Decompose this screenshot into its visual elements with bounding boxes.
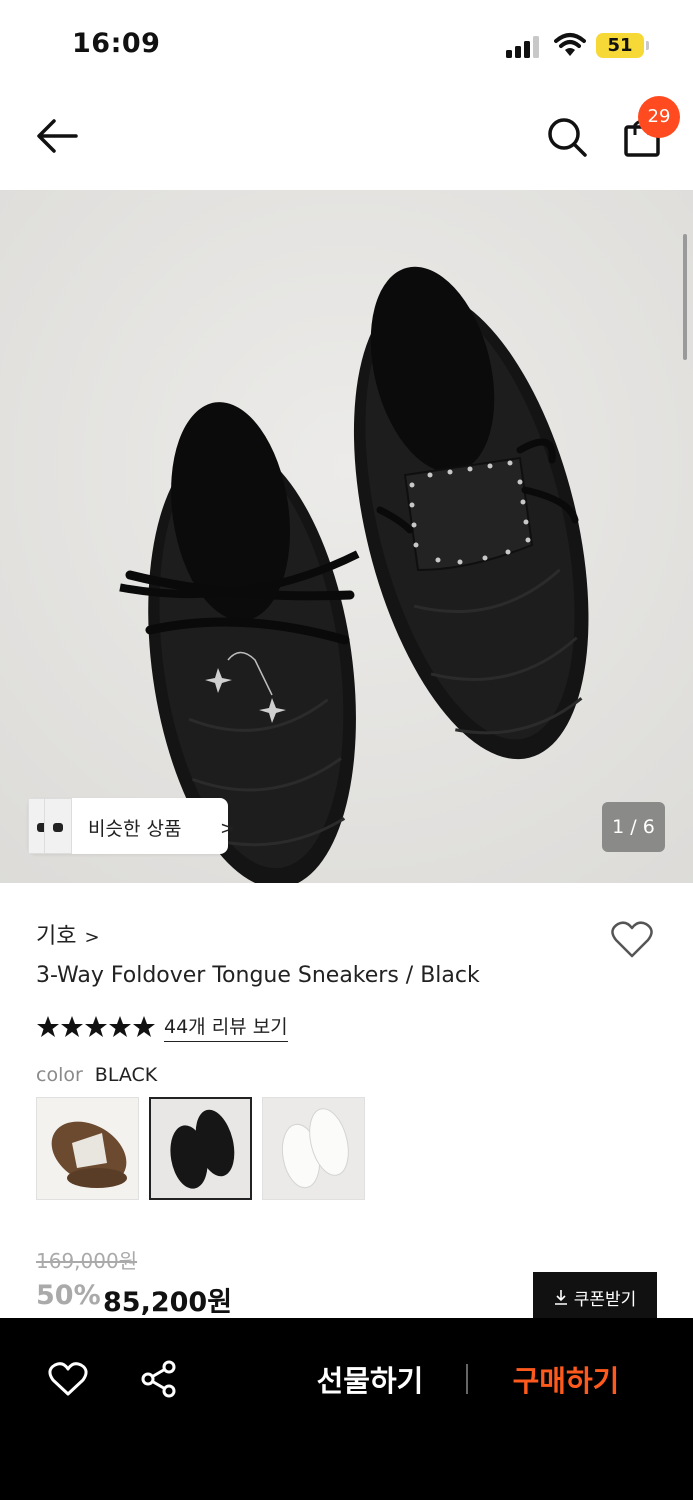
back-arrow-icon[interactable] <box>34 116 80 156</box>
chevron-right-icon: > <box>220 818 236 839</box>
cellular-signal-icon <box>506 36 539 58</box>
swatch-black-image <box>151 1099 250 1198</box>
status-bar: 16:09 51 <box>0 0 693 90</box>
product-image-gallery[interactable]: 비슷한 상품 > 1 / 6 <box>0 190 693 883</box>
reviews-link[interactable]: 44개 리뷰 보기 <box>164 1012 288 1042</box>
sale-price: 85,200원 <box>103 1287 233 1318</box>
image-page-counter: 1 / 6 <box>602 802 665 852</box>
coupon-label: 쿠폰받기 <box>573 1289 637 1310</box>
top-nav: 29 <box>0 90 693 190</box>
color-option: color BLACK <box>36 1064 157 1086</box>
star-icon <box>133 1016 155 1037</box>
star-icon <box>61 1016 83 1037</box>
rating-row: 44개 리뷰 보기 <box>36 1011 288 1043</box>
battery-level: 51 <box>607 35 633 56</box>
coupon-download-button[interactable]: 쿠폰받기 <box>533 1272 657 1322</box>
bottom-divider <box>466 1364 468 1394</box>
similar-products-label: 비슷한 상품 <box>88 818 182 840</box>
option-label: color <box>36 1064 83 1086</box>
star-icon <box>109 1016 131 1037</box>
buy-button[interactable]: 구매하기 <box>496 1358 636 1400</box>
battery-tip <box>646 41 649 50</box>
brand-name: 기호 <box>36 924 77 949</box>
star-icon <box>37 1016 59 1037</box>
swatch-white[interactable] <box>262 1097 365 1200</box>
swatch-brown[interactable] <box>36 1097 139 1200</box>
cart-count-badge: 29 <box>638 96 680 138</box>
heart-icon[interactable] <box>48 1360 88 1398</box>
product-photo <box>0 190 693 883</box>
original-price: 169,000원 <box>36 1249 138 1273</box>
similar-thumb-2 <box>44 798 72 854</box>
option-value: BLACK <box>94 1064 158 1086</box>
bottom-action-bar: 선물하기 구매하기 <box>0 1318 693 1500</box>
wishlist-heart-icon[interactable] <box>610 918 654 960</box>
similar-products-button[interactable]: 비슷한 상품 > <box>28 798 235 854</box>
download-icon <box>554 1290 567 1305</box>
share-icon[interactable] <box>140 1360 178 1398</box>
battery-indicator: 51 <box>596 33 644 58</box>
star-icon <box>85 1016 107 1037</box>
status-time: 16:09 <box>72 28 161 59</box>
brand-link[interactable]: 기호 > <box>36 918 100 950</box>
gift-button[interactable]: 선물하기 <box>300 1358 440 1400</box>
wifi-icon <box>554 33 586 56</box>
gallery-scrollbar[interactable] <box>683 234 687 360</box>
chevron-right-icon: > <box>84 927 100 948</box>
product-title: 3-Way Foldover Tongue Sneakers / Black <box>36 963 480 988</box>
swatch-brown-image <box>37 1098 138 1199</box>
discount-rate: 50% <box>36 1280 101 1311</box>
swatch-white-image <box>263 1098 364 1199</box>
swatch-black[interactable] <box>149 1097 252 1200</box>
search-icon[interactable] <box>545 115 589 159</box>
